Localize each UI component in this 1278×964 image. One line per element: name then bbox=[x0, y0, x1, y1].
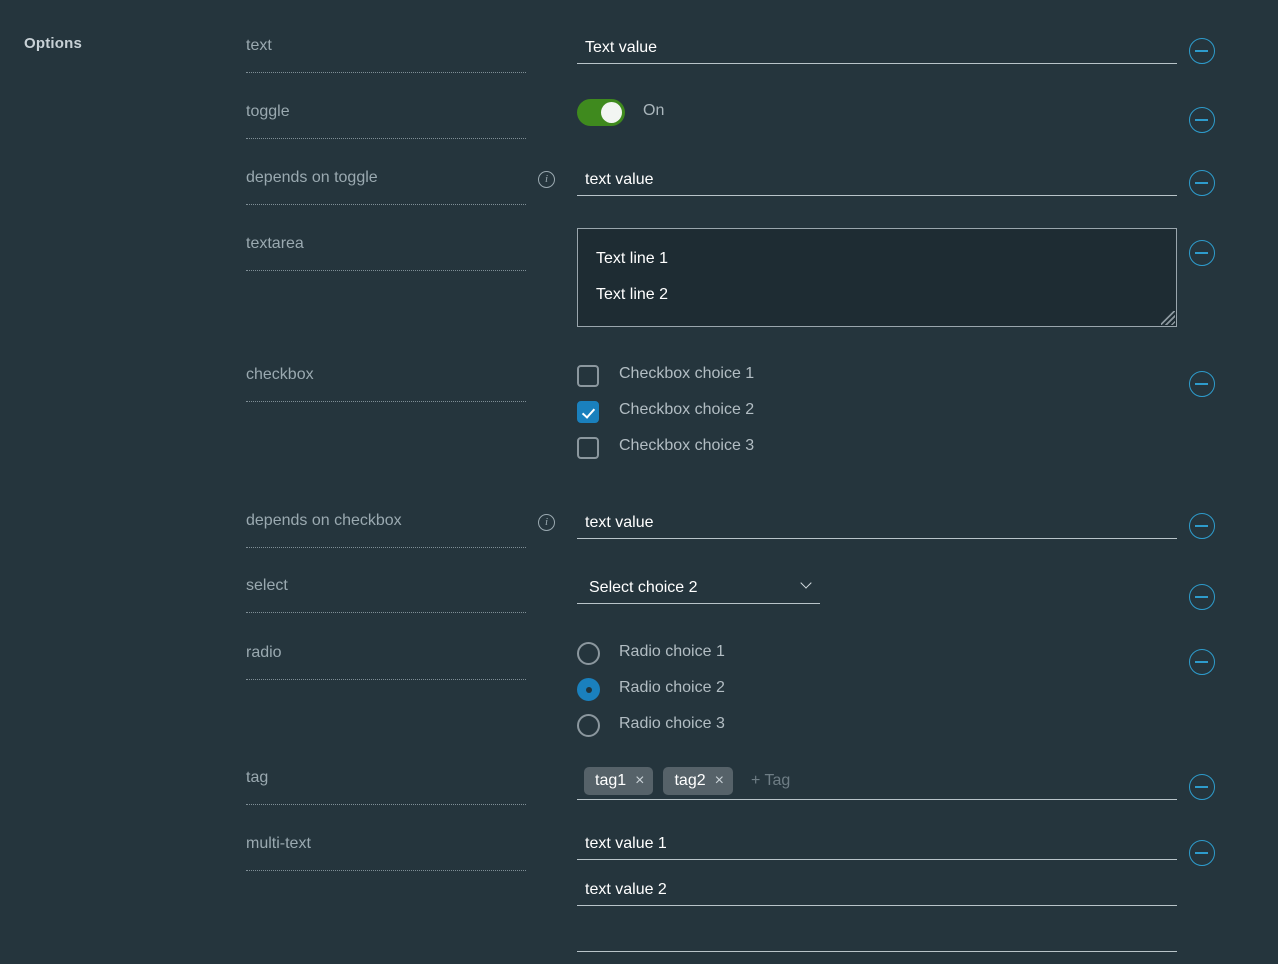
checkbox-icon[interactable] bbox=[577, 365, 599, 387]
label-underline bbox=[246, 679, 526, 680]
multi-text-value: text value 1 bbox=[585, 835, 667, 852]
toggle-knob bbox=[601, 102, 622, 123]
field-label-cell: select bbox=[246, 576, 526, 613]
multi-text-value: text value 2 bbox=[585, 881, 667, 898]
chevron-down-icon bbox=[802, 579, 813, 590]
field-label: select bbox=[246, 577, 288, 594]
checkbox-label: Checkbox choice 2 bbox=[619, 401, 755, 418]
field-label: depends on checkbox bbox=[246, 512, 402, 529]
field-label: multi-text bbox=[246, 835, 311, 852]
options-form-panel: Options text Text value toggle On depend… bbox=[0, 0, 1278, 964]
label-underline bbox=[246, 72, 526, 73]
radio-label: Radio choice 2 bbox=[619, 679, 725, 696]
remove-option-button[interactable] bbox=[1189, 649, 1215, 675]
remove-option-button[interactable] bbox=[1189, 38, 1215, 64]
field-label-cell: depends on toggle i bbox=[246, 168, 555, 205]
tag-remove-icon[interactable]: × bbox=[715, 773, 724, 789]
textarea-resize-handle[interactable] bbox=[1161, 311, 1175, 325]
radio-selected-icon[interactable] bbox=[577, 678, 600, 701]
remove-option-button[interactable] bbox=[1189, 240, 1215, 266]
field-value-cell: Text value bbox=[577, 30, 1177, 64]
tag-chip[interactable]: tag2 × bbox=[663, 767, 733, 795]
field-value-cell: Select choice 2 bbox=[577, 570, 820, 604]
multi-text-input[interactable]: text value 2 bbox=[577, 860, 1177, 906]
field-label: depends on toggle bbox=[246, 169, 378, 186]
info-icon[interactable]: i bbox=[538, 171, 555, 188]
field-label-cell: multi-text bbox=[246, 834, 526, 871]
field-label: checkbox bbox=[246, 366, 314, 383]
label-underline bbox=[246, 870, 526, 871]
remove-option-button[interactable] bbox=[1189, 584, 1215, 610]
radio-icon[interactable] bbox=[577, 714, 600, 737]
text-input[interactable]: text value bbox=[577, 505, 1177, 539]
remove-option-button[interactable] bbox=[1189, 107, 1215, 133]
toggle-switch[interactable] bbox=[577, 99, 625, 126]
remove-option-button[interactable] bbox=[1189, 774, 1215, 800]
label-underline bbox=[246, 401, 526, 402]
field-label-cell: toggle bbox=[246, 102, 526, 139]
field-label: toggle bbox=[246, 103, 290, 120]
textarea-line: Text line 1 bbox=[596, 250, 669, 267]
tag-label: tag2 bbox=[674, 772, 706, 789]
tag-chip[interactable]: tag1 × bbox=[584, 767, 654, 795]
text-input-value: text value bbox=[585, 171, 654, 188]
field-value-cell: text value 1 text value 2 bbox=[577, 828, 1177, 952]
field-value-cell: text value bbox=[577, 162, 1177, 196]
radio-label: Radio choice 1 bbox=[619, 643, 725, 660]
remove-option-button[interactable] bbox=[1189, 371, 1215, 397]
tag-list: tag1 × tag2 × + Tag bbox=[584, 767, 790, 795]
remove-option-button[interactable] bbox=[1189, 840, 1215, 866]
field-value-cell: Text line 1 Text line 2 bbox=[577, 228, 1177, 327]
radio-label: Radio choice 3 bbox=[619, 715, 725, 732]
field-label-cell: tag bbox=[246, 768, 526, 805]
text-input-value: Text value bbox=[585, 39, 658, 56]
page-title: Options bbox=[24, 35, 83, 52]
field-label: textarea bbox=[246, 235, 304, 252]
multi-text-input-empty[interactable] bbox=[577, 906, 1177, 952]
field-value-cell: On bbox=[577, 99, 664, 126]
label-underline bbox=[246, 547, 526, 548]
textarea-line: Text line 2 bbox=[596, 286, 669, 303]
field-value-cell: text value bbox=[577, 505, 1177, 539]
checkbox-label: Checkbox choice 1 bbox=[619, 365, 755, 382]
select-value: Select choice 2 bbox=[589, 579, 698, 596]
text-input-value: text value bbox=[585, 514, 654, 531]
tag-label: tag1 bbox=[595, 772, 627, 789]
label-underline bbox=[246, 138, 526, 139]
remove-option-button[interactable] bbox=[1189, 170, 1215, 196]
select-dropdown[interactable]: Select choice 2 bbox=[577, 570, 820, 604]
field-label-cell: text bbox=[246, 36, 526, 73]
multi-text-input[interactable]: text value 1 bbox=[577, 828, 1177, 860]
text-input[interactable]: text value bbox=[577, 162, 1177, 196]
field-label: text bbox=[246, 37, 272, 54]
label-underline bbox=[246, 270, 526, 271]
radio-icon[interactable] bbox=[577, 642, 600, 665]
label-underline bbox=[246, 204, 526, 205]
text-input[interactable]: Text value bbox=[577, 30, 1177, 64]
checkbox-icon[interactable] bbox=[577, 437, 599, 459]
field-label-cell: radio bbox=[246, 643, 526, 680]
tag-remove-icon[interactable]: × bbox=[635, 773, 644, 789]
field-label-cell: textarea bbox=[246, 234, 526, 271]
checkbox-checked-icon[interactable] bbox=[577, 401, 599, 423]
remove-option-button[interactable] bbox=[1189, 513, 1215, 539]
label-underline bbox=[246, 612, 526, 613]
field-label-cell: depends on checkbox i bbox=[246, 511, 555, 548]
toggle-state-label: On bbox=[643, 102, 665, 119]
add-tag-placeholder[interactable]: + Tag bbox=[751, 772, 790, 790]
field-value-cell: tag1 × tag2 × + Tag bbox=[577, 762, 1177, 800]
checkbox-label: Checkbox choice 3 bbox=[619, 437, 755, 454]
field-label-cell: checkbox bbox=[246, 365, 526, 402]
tag-input-field[interactable]: tag1 × tag2 × + Tag bbox=[577, 762, 1177, 800]
textarea-input[interactable]: Text line 1 Text line 2 bbox=[577, 228, 1177, 327]
label-underline bbox=[246, 804, 526, 805]
field-label: tag bbox=[246, 769, 269, 786]
field-label: radio bbox=[246, 644, 282, 661]
info-icon[interactable]: i bbox=[538, 514, 555, 531]
